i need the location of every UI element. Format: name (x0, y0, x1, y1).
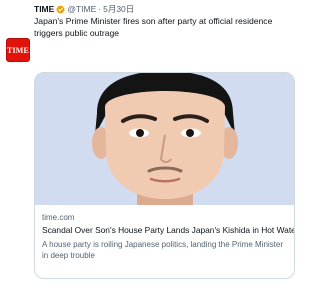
card-domain: time.com (42, 213, 75, 222)
author-handle[interactable]: @TIME (67, 2, 96, 16)
avatar-logo-text: TIME (6, 45, 30, 55)
card-photo[interactable] (35, 73, 294, 205)
card-title[interactable]: Scandal Over Son's House Party Lands Jap… (42, 225, 294, 236)
author-name[interactable]: TIME (34, 2, 54, 16)
card-description: A house party is roiling Japanese politi… (42, 240, 284, 260)
tweet-header: TIME @TIME · 5月30日 (34, 2, 134, 16)
tweet[interactable]: TIME TIME @TIME · 5月30日 Japan's Prime Mi… (0, 0, 300, 300)
tweet-text: Japan's Prime Minister fires son after p… (34, 16, 273, 38)
header-separator: · (98, 4, 102, 14)
link-card[interactable]: time.com Scandal Over Son's House Party … (34, 72, 295, 279)
tweet-date[interactable]: 5月30日 (103, 2, 134, 16)
author-avatar[interactable]: TIME (6, 38, 30, 62)
verified-badge-icon (56, 4, 65, 14)
